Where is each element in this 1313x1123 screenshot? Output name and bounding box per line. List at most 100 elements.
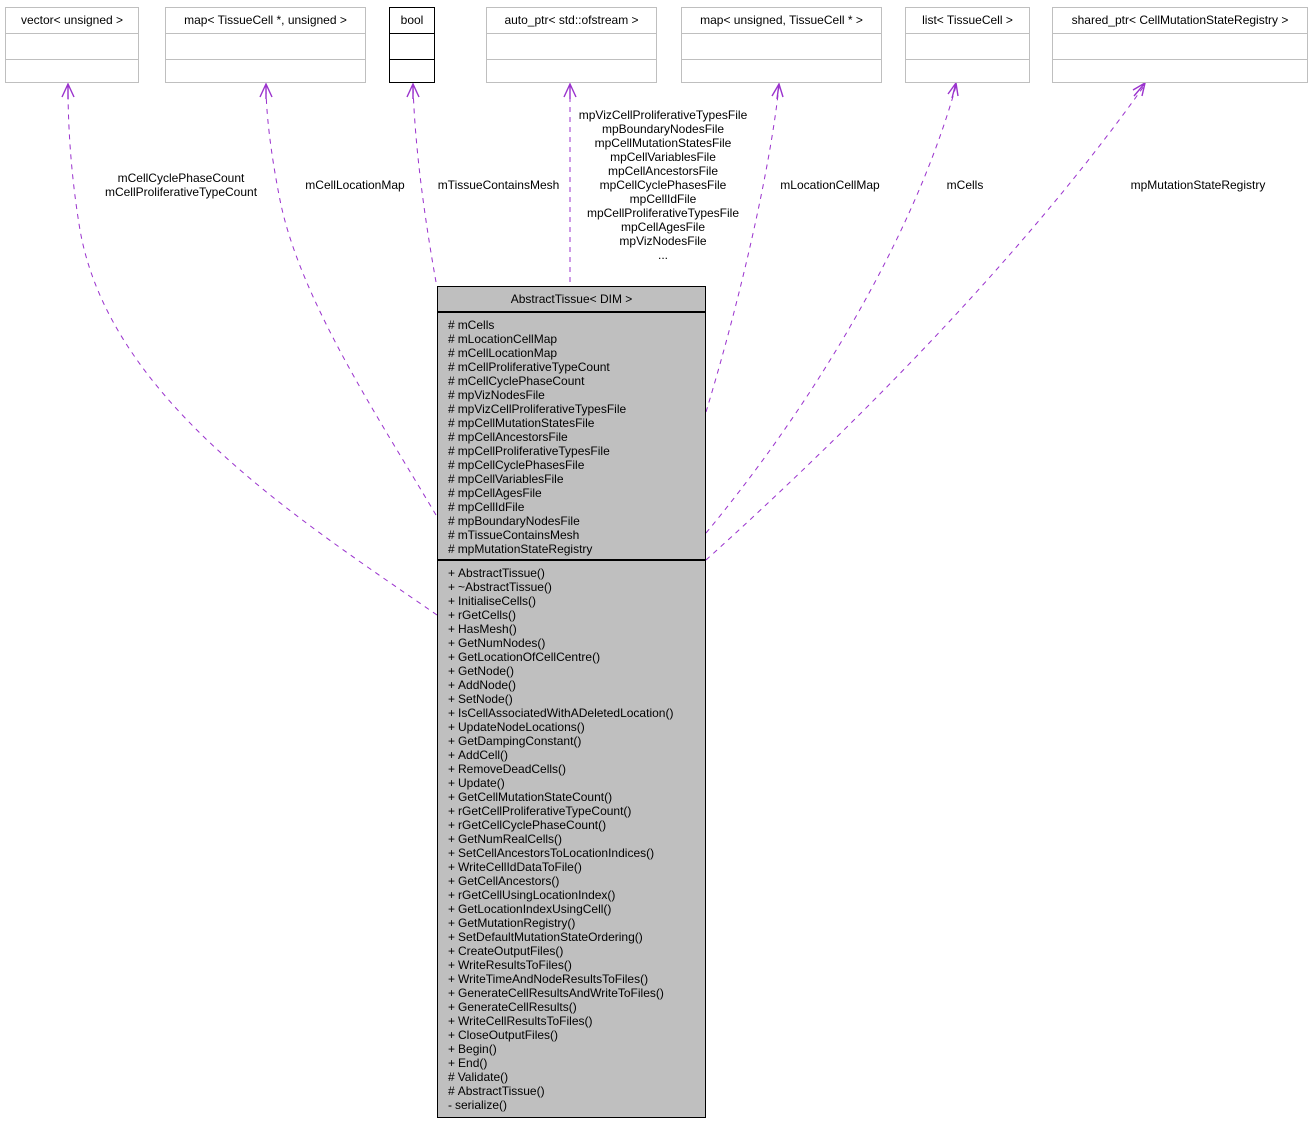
method-row-name: SetNode() (458, 692, 513, 706)
method-row[interactable]: # Validate() (448, 1070, 705, 1084)
method-row[interactable]: + GetNumRealCells() (448, 832, 705, 846)
attribute-row[interactable]: # mpMutationStateRegistry (448, 542, 705, 556)
class-map-tissuecell-unsigned[interactable]: map< TissueCell *, unsigned > (165, 7, 366, 83)
method-row-name: GetDampingConstant() (458, 734, 582, 748)
visibility-marker: + (448, 1056, 456, 1070)
visibility-marker: - (448, 1098, 452, 1112)
method-row[interactable]: + WriteCellIdDataToFile() (448, 860, 705, 874)
class-list-tissuecell[interactable]: list< TissueCell > (905, 7, 1030, 83)
method-row[interactable]: + GetMutationRegistry() (448, 916, 705, 930)
method-row-name: SetCellAncestorsToLocationIndices() (458, 846, 655, 860)
class-vector-unsigned[interactable]: vector< unsigned > (5, 7, 139, 83)
class-bool[interactable]: bool (389, 7, 435, 83)
method-row[interactable]: + IsCellAssociatedWithADeletedLocation() (448, 706, 705, 720)
visibility-marker: # (448, 346, 455, 360)
method-row-name: rGetCells() (458, 608, 517, 622)
visibility-marker: + (448, 846, 456, 860)
attribute-row[interactable]: # mpCellCyclePhasesFile (448, 458, 705, 472)
method-row[interactable]: + rGetCellUsingLocationIndex() (448, 888, 705, 902)
arrowhead-icon (406, 82, 420, 99)
method-row[interactable]: + AddNode() (448, 678, 705, 692)
attribute-row[interactable]: # mTissueContainsMesh (448, 528, 705, 542)
method-row-name: GetNode() (458, 664, 515, 678)
method-row[interactable]: + GetNumNodes() (448, 636, 705, 650)
method-row[interactable]: + ~AbstractTissue() (448, 580, 705, 594)
attribute-row-name: mpCellCyclePhasesFile (457, 458, 585, 472)
attribute-row[interactable]: # mpVizCellProliferativeTypesFile (448, 402, 705, 416)
arrowhead-icon (259, 82, 273, 99)
method-row[interactable]: + GenerateCellResults() (448, 1000, 705, 1014)
method-row[interactable]: + GenerateCellResultsAndWriteToFiles() (448, 986, 705, 1000)
attribute-row-name: mpCellVariablesFile (457, 472, 564, 486)
visibility-marker: + (448, 566, 456, 580)
method-row[interactable]: + rGetCells() (448, 608, 705, 622)
method-row[interactable]: + CloseOutputFiles() (448, 1028, 705, 1042)
method-row[interactable]: + AddCell() (448, 748, 705, 762)
attribute-row[interactable]: # mpCellVariablesFile (448, 472, 705, 486)
attribute-row[interactable]: # mpCellMutationStatesFile (448, 416, 705, 430)
method-row[interactable]: + UpdateNodeLocations() (448, 720, 705, 734)
class-abstract-tissue[interactable]: AbstractTissue< DIM > # mCells # mLocationC… (437, 286, 706, 1118)
attribute-row[interactable]: # mpCellProliferativeTypesFile (448, 444, 705, 458)
method-row[interactable]: + Update() (448, 776, 705, 790)
visibility-marker: # (448, 1070, 455, 1084)
method-row[interactable]: + GetLocationIndexUsingCell() (448, 902, 705, 916)
attribute-row[interactable]: # mpVizNodesFile (448, 388, 705, 402)
class-attributes-section (487, 34, 656, 60)
attribute-row-name: mLocationCellMap (457, 332, 558, 346)
visibility-marker: # (448, 332, 455, 346)
method-row-name: SetDefaultMutationStateOrdering() (458, 930, 643, 944)
method-row[interactable]: + GetNode() (448, 664, 705, 678)
attribute-row[interactable]: # mCellLocationMap (448, 346, 705, 360)
method-row-name: CloseOutputFiles() (458, 1028, 559, 1042)
attribute-row[interactable]: # mCellCyclePhaseCount (448, 374, 705, 388)
method-row[interactable]: + rGetCellCyclePhaseCount() (448, 818, 705, 832)
class-auto-ptr-ofstream[interactable]: auto_ptr< std::ofstream > (486, 7, 657, 83)
class-map-unsigned-tissuecell[interactable]: map< unsigned, TissueCell * > (681, 7, 882, 83)
visibility-marker: # (448, 528, 455, 542)
method-row[interactable]: + WriteResultsToFiles() (448, 958, 705, 972)
class-title: bool (390, 8, 434, 34)
method-row-name: WriteResultsToFiles() (458, 958, 572, 972)
method-row[interactable]: + GetDampingConstant() (448, 734, 705, 748)
attribute-row[interactable]: # mpCellAgesFile (448, 486, 705, 500)
method-row[interactable]: + GetCellAncestors() (448, 874, 705, 888)
class-title: shared_ptr< CellMutationStateRegistry > (1053, 8, 1307, 34)
method-row[interactable]: + rGetCellProliferativeTypeCount() (448, 804, 705, 818)
visibility-marker: # (448, 542, 455, 556)
method-row[interactable]: + CreateOutputFiles() (448, 944, 705, 958)
class-shared-ptr-registry[interactable]: shared_ptr< CellMutationStateRegistry > (1052, 7, 1308, 83)
method-row[interactable]: + WriteCellResultsToFiles() (448, 1014, 705, 1028)
method-row[interactable]: + SetCellAncestorsToLocationIndices() (448, 846, 705, 860)
edge-label-map-unsigned-cell: mLocationCellMap (772, 178, 888, 192)
attribute-row[interactable]: # mpCellAncestorsFile (448, 430, 705, 444)
method-row-name: CreateOutputFiles() (458, 944, 564, 958)
method-row[interactable]: + GetLocationOfCellCentre() (448, 650, 705, 664)
method-row[interactable]: + AbstractTissue() (448, 566, 705, 580)
method-row[interactable]: + RemoveDeadCells() (448, 762, 705, 776)
visibility-marker: + (448, 790, 456, 804)
class-methods-section (1053, 60, 1307, 85)
attribute-row[interactable]: # mpCellIdFile (448, 500, 705, 514)
method-row[interactable]: + GetCellMutationStateCount() (448, 790, 705, 804)
visibility-marker: # (448, 416, 455, 430)
attribute-row[interactable]: # mCells (448, 318, 705, 332)
method-row[interactable]: + Begin() (448, 1042, 705, 1056)
attribute-row[interactable]: # mLocationCellMap (448, 332, 705, 346)
method-row[interactable]: + HasMesh() (448, 622, 705, 636)
method-row[interactable]: + SetNode() (448, 692, 705, 706)
edge-label-line: mpCellProliferativeTypesFile (586, 206, 740, 220)
visibility-marker: + (448, 734, 456, 748)
class-methods-section (487, 60, 656, 85)
method-row-name: rGetCellUsingLocationIndex() (458, 888, 616, 902)
method-row[interactable]: + InitialiseCells() (448, 594, 705, 608)
method-row[interactable]: # AbstractTissue() (448, 1084, 705, 1098)
attribute-row[interactable]: # mpBoundaryNodesFile (448, 514, 705, 528)
attribute-row-name: mTissueContainsMesh (457, 528, 580, 542)
method-row[interactable]: + SetDefaultMutationStateOrdering() (448, 930, 705, 944)
method-row[interactable]: + WriteTimeAndNodeResultsToFiles() (448, 972, 705, 986)
visibility-marker: + (448, 958, 456, 972)
method-row[interactable]: - serialize() (448, 1098, 705, 1112)
attribute-row[interactable]: # mCellProliferativeTypeCount (448, 360, 705, 374)
method-row[interactable]: + End() (448, 1056, 705, 1070)
